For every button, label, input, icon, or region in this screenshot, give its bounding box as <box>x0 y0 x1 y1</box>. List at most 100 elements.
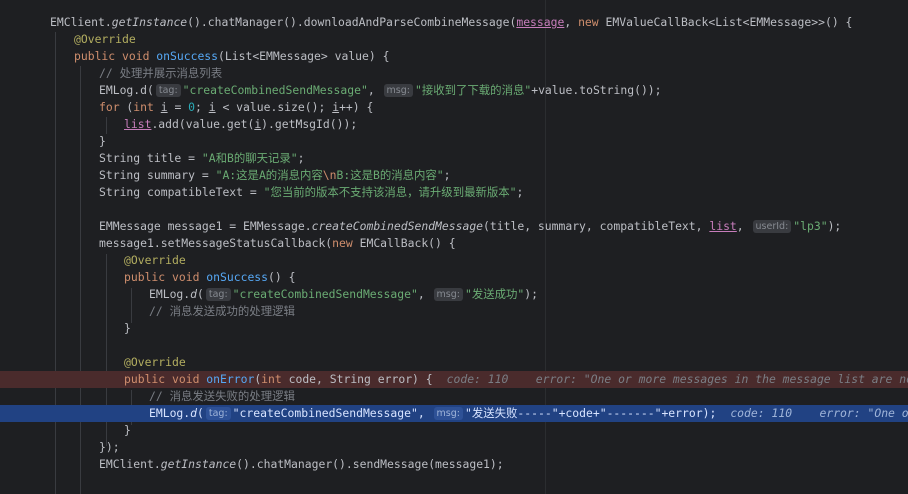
code-token: EMValueCallBack<List<EMMessage>>() { <box>598 15 853 29</box>
debug-inline-value: code: 110 error: "One or more messa <box>730 406 908 420</box>
code-token: code, String error) { <box>281 372 433 386</box>
code-token: createCombinedSendMessage <box>311 219 484 233</box>
parameter-hint: userId: <box>752 220 792 233</box>
code-token: public void <box>124 270 207 284</box>
code-token: +code+ <box>558 406 600 420</box>
code-token: message1.setMessageStatusCallback( <box>99 236 333 250</box>
code-token: ; <box>297 151 305 165</box>
code-line-9[interactable]: String title = "A和B的聊天记录"; <box>0 150 908 167</box>
code-token: for <box>99 100 120 114</box>
code-token: ++) { <box>339 100 374 114</box>
code-token: , <box>736 219 751 233</box>
code-line-21[interactable]: // 消息发送失败的处理逻辑 <box>0 388 908 405</box>
string-token: "您当前的版本不支持该消息，请升级到最新版本" <box>263 185 517 199</box>
comment-token: // 消息发送成功的处理逻辑 <box>149 304 295 318</box>
code-token: } <box>99 134 106 148</box>
code-token: getInstance <box>160 457 237 471</box>
code-token: d <box>190 287 198 301</box>
method-name: onError <box>206 372 255 386</box>
code-token: getInstance <box>111 15 188 29</box>
string-token: "createCombinedSendMessage" <box>232 406 418 420</box>
code-line-20-breakpoint[interactable]: public void onError(int code, String err… <box>0 371 908 388</box>
code-token: < value.size(); <box>215 100 333 114</box>
string-token: "lp3" <box>793 219 828 233</box>
code-line-23[interactable]: } <box>0 422 908 439</box>
code-token: new <box>578 15 599 29</box>
code-token: EMClient. <box>50 15 112 29</box>
code-token: , <box>367 83 382 97</box>
code-token: int <box>133 100 154 114</box>
code-line-3[interactable]: public void onSuccess(List<EMMessage> va… <box>0 48 908 65</box>
code-token: i <box>160 100 168 114</box>
code-line-22-current-execution[interactable]: EMLog.d(tag: "createCombinedSendMessage",… <box>0 405 908 422</box>
parameter-hint: msg: <box>383 84 413 97</box>
code-line-7[interactable]: list.add(value.get(i).getMsgId()); <box>0 116 908 133</box>
code-token: EMClient. <box>99 457 161 471</box>
code-line-17[interactable]: // 消息发送成功的处理逻辑 <box>0 303 908 320</box>
code-line-13[interactable]: message1.setMessageStatusCallback(new EM… <box>0 235 908 252</box>
string-token: "接收到了下载的消息" <box>414 83 532 97</box>
code-line-15[interactable]: public void onSuccess() { <box>0 269 908 286</box>
method-name: onSuccess <box>206 270 269 284</box>
code-line-24[interactable]: }); <box>0 439 908 456</box>
code-token: , <box>564 15 579 29</box>
code-token: int <box>261 372 282 386</box>
code-token: +value.toString()); <box>531 83 662 97</box>
code-line-25[interactable]: EMClient.getInstance().chatManager().sen… <box>0 456 908 473</box>
code-token: ; <box>195 100 209 114</box>
code-token: } <box>124 423 131 437</box>
code-line-11[interactable]: String compatibleText = "您当前的版本不支持该消息，请升… <box>0 184 908 201</box>
code-token: ( <box>119 100 134 114</box>
code-token: EMMessage message1 = EMMessage. <box>99 219 312 233</box>
code-token: EMLog. <box>149 287 191 301</box>
code-line-16[interactable]: EMLog.d(tag: "createCombinedSendMessage",… <box>0 286 908 303</box>
method-name: onSuccess <box>156 49 219 63</box>
code-token: ().chatManager().sendMessage(message1); <box>236 457 504 471</box>
parameter-hint: msg: <box>433 288 463 301</box>
string-token: "A和B的聊天记录" <box>201 151 298 165</box>
code-line-14[interactable]: @Override <box>0 252 908 269</box>
code-token: = <box>167 100 189 114</box>
string-token: "createCombinedSendMessage" <box>182 83 368 97</box>
escape-token: \n <box>322 168 337 182</box>
code-token: String compatibleText = <box>99 185 264 199</box>
code-line-10[interactable]: String summary = "A:这是A的消息内容\nB:这是B的消息内容… <box>0 167 908 184</box>
string-token: "发送成功" <box>464 287 525 301</box>
debug-inline-value: code: 110 error: "One or more messages i… <box>446 372 908 386</box>
code-line-8[interactable]: } <box>0 133 908 150</box>
code-token: } <box>124 321 131 335</box>
code-token: message <box>516 15 565 29</box>
code-token: public void <box>124 372 207 386</box>
code-token: d <box>190 406 198 420</box>
code-token: ( <box>197 287 204 301</box>
code-token: (List<EMMessage> value) { <box>218 49 390 63</box>
code-token: i <box>208 100 216 114</box>
string-token: "发送失败-----" <box>464 406 559 420</box>
string-token: "A:这是A的消息内容 <box>215 168 323 182</box>
code-token: String title = <box>99 151 202 165</box>
code-token: .add(value.get( <box>151 117 255 131</box>
code-token: ); <box>524 287 538 301</box>
annotation-token: @Override <box>124 355 186 369</box>
code-line-19[interactable]: @Override <box>0 354 908 371</box>
code-token: ).getMsgId()); <box>261 117 358 131</box>
comment-token: // 处理并展示消息列表 <box>99 66 223 80</box>
code-line-5[interactable]: EMLog.d(tag: "createCombinedSendMessage",… <box>0 82 908 99</box>
code-token: ().chatManager().downloadAndParseCombine… <box>187 15 517 29</box>
code-line-18[interactable]: } <box>0 320 908 337</box>
code-line-12[interactable]: EMMessage message1 = EMMessage.createCom… <box>0 218 908 235</box>
code-token: +error); <box>661 406 717 420</box>
string-token: "-------" <box>599 406 662 420</box>
code-line-2[interactable]: @Override <box>0 31 908 48</box>
code-token: , <box>417 287 432 301</box>
code-token: ; <box>516 185 524 199</box>
code-token: }); <box>99 440 120 454</box>
code-token: EMLog.d( <box>99 83 154 97</box>
code-token: String summary = <box>99 168 216 182</box>
code-line-6[interactable]: for (int i = 0; i < value.size(); i++) { <box>0 99 908 116</box>
code-editor[interactable]: EMClient.getInstance().chatManager().dow… <box>0 0 908 494</box>
code-line-4[interactable]: // 处理并展示消息列表 <box>0 65 908 82</box>
code-token: () { <box>268 270 296 284</box>
code-line-1[interactable]: EMClient.getInstance().chatManager().dow… <box>0 14 908 31</box>
